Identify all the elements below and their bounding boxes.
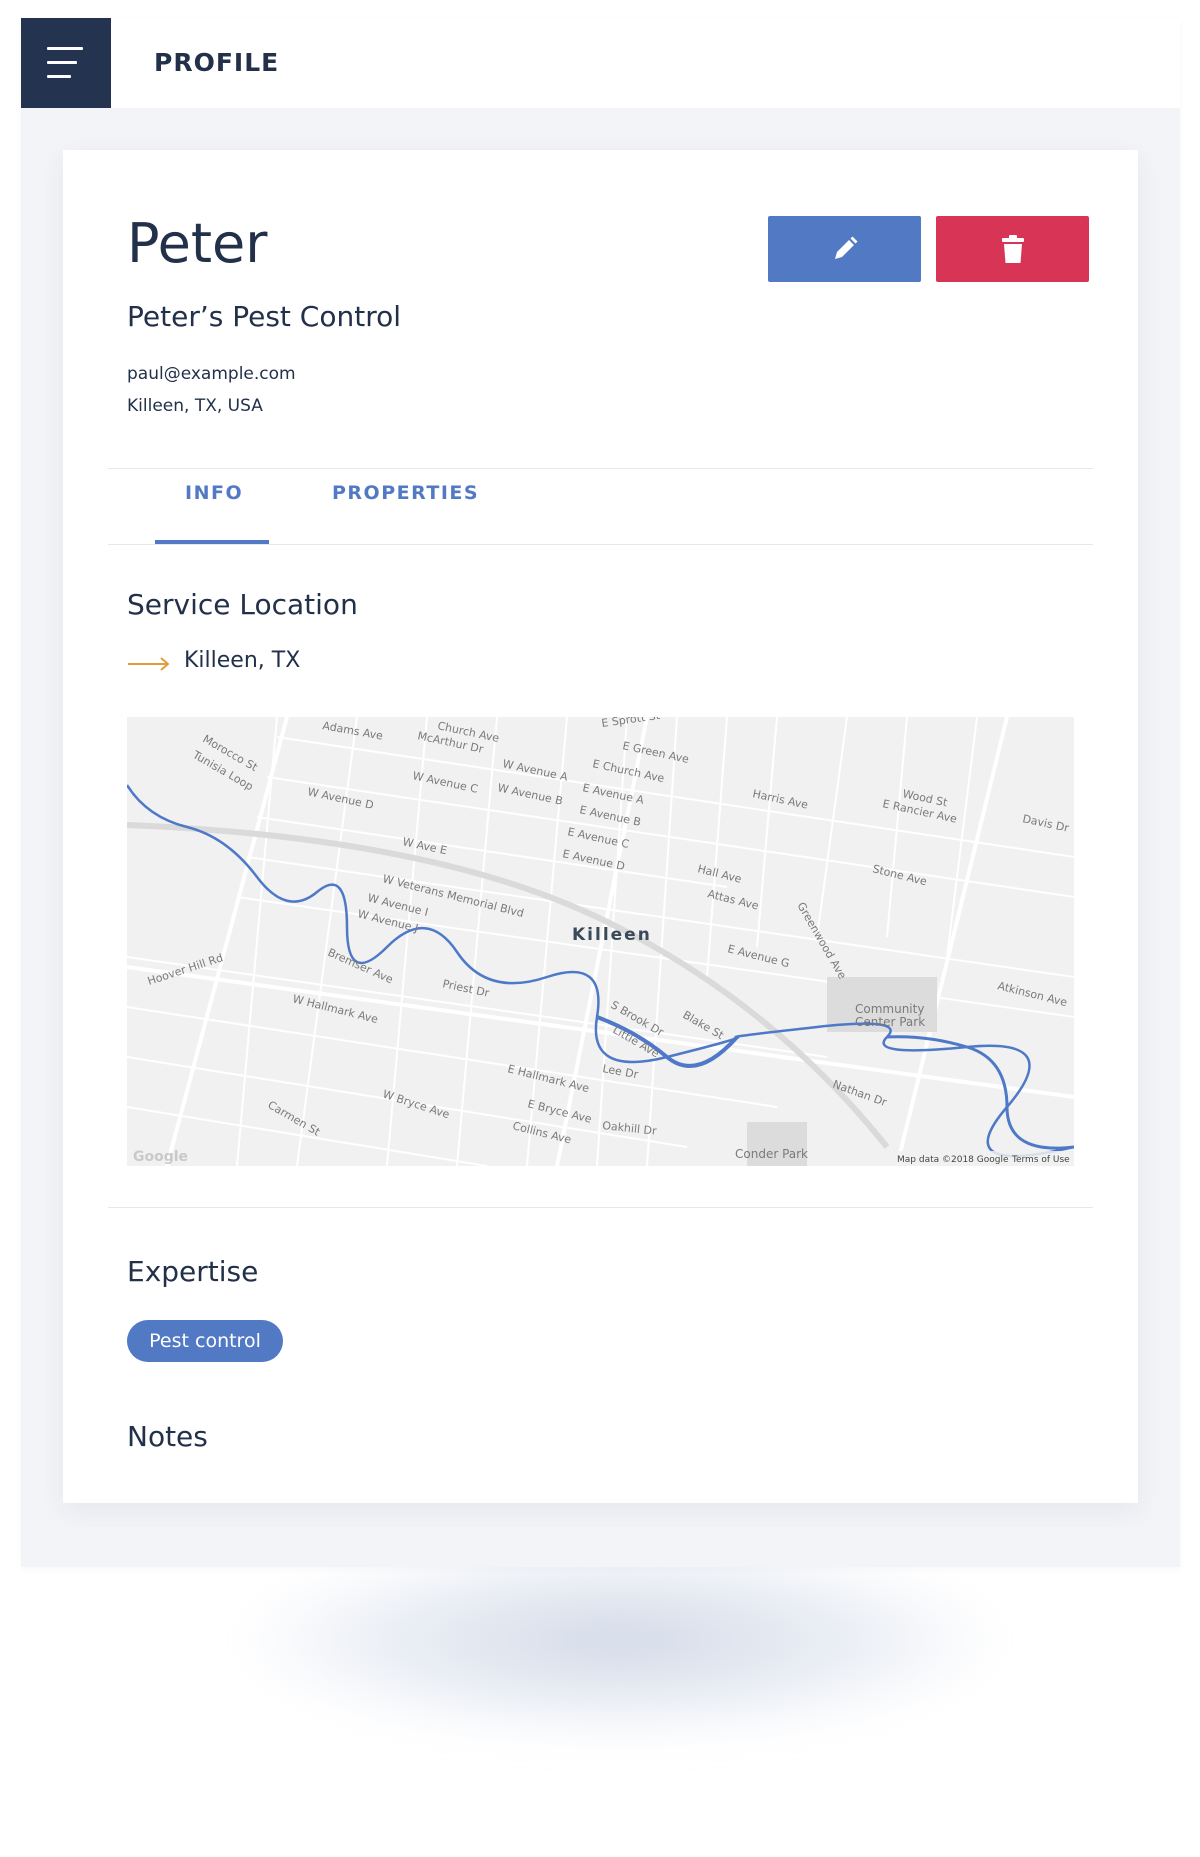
company-name: Peter’s Pest Control [127,300,402,333]
map-city-label: Killeen [572,925,652,945]
map-park-label: Community [855,1002,924,1016]
profile-address: Killeen, TX, USA [127,396,263,416]
tab-info[interactable]: INFO [185,482,243,504]
tabs-divider [108,544,1093,545]
notes-heading: Notes [127,1420,208,1453]
arrow-right-icon [128,657,170,671]
delete-button[interactable] [936,216,1089,282]
map-terms-link[interactable]: Terms of Use [1011,1155,1070,1165]
service-location-map[interactable]: Adams Ave Church Ave McArthur Dr Morocco… [127,717,1074,1166]
map-divider [108,1207,1093,1208]
pencil-icon [834,236,857,259]
profile-card: Peter Peter’s Pest Control paul@example.… [63,150,1138,1503]
device-shadow [240,1540,1000,1740]
map-park-label: Center Park [855,1015,925,1029]
service-location-value: Killeen, TX [184,648,301,673]
page-title: PROFILE [154,48,280,77]
profile-name: Peter [127,212,268,275]
trash-icon [1001,235,1024,263]
header-divider [108,468,1093,469]
expertise-heading: Expertise [127,1255,259,1288]
profile-email: paul@example.com [127,364,296,384]
edit-button[interactable] [768,216,921,282]
hamburger-menu-icon[interactable] [21,18,111,108]
top-bar: PROFILE [21,18,1180,108]
map-attribution: Map data ©2018 Google [897,1155,1009,1165]
expertise-chip: Pest control [127,1320,283,1362]
service-location-heading: Service Location [127,588,358,621]
map-park-label: Conder Park [735,1147,808,1161]
tab-properties[interactable]: PROPERTIES [332,482,479,504]
app-window: PROFILE Peter Peter’s Pest Control paul@… [21,18,1180,1567]
google-logo: Google [133,1149,188,1165]
